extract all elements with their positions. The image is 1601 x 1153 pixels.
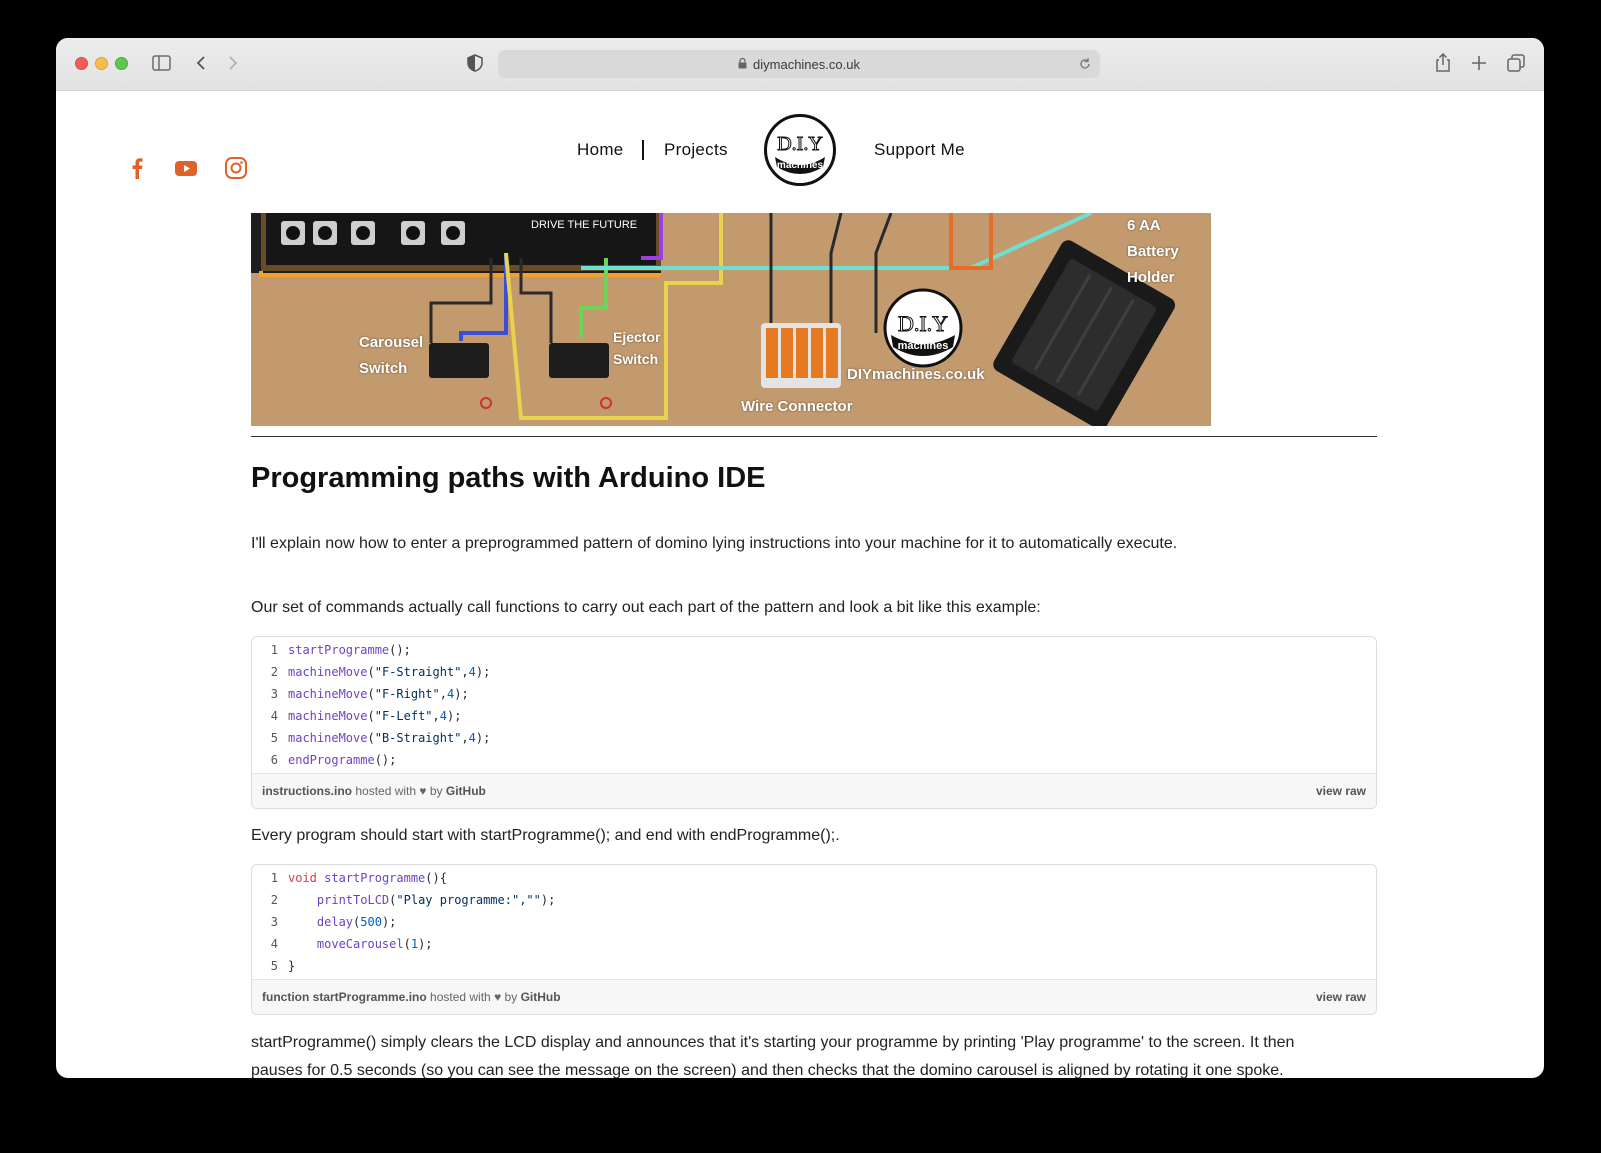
view-raw-link[interactable]: view raw <box>1316 990 1366 1004</box>
code-line: 6 endProgramme(); <box>270 753 397 767</box>
code-embed-start-programme: 1 void startProgramme(){ 2 printToLCD("Pl… <box>251 864 1377 1015</box>
nav-projects[interactable]: Projects <box>664 140 728 160</box>
paragraph-intro: I'll explain now how to enter a preprogr… <box>251 535 1178 552</box>
paragraph-start-programme-explanation: startProgramme() simply clears the LCD d… <box>251 1034 1295 1051</box>
code-line: 4 machineMove("F-Left",4); <box>270 709 462 723</box>
hero-wiring-image: DRIVE THE FUTURE D.I.Y machines Carousel… <box>251 213 1211 426</box>
github-link[interactable]: GitHub <box>521 990 561 1004</box>
code-block: 1 void startProgramme(){ 2 printToLCD("Pl… <box>252 865 1376 979</box>
wire-connector-label: Wire Connector <box>741 398 853 415</box>
article-title: Programming paths with Arduino IDE <box>251 462 766 494</box>
sidebar-toggle-icon[interactable] <box>152 52 172 79</box>
hero-logo-diy-text: D.I.Y <box>898 311 948 336</box>
new-tab-icon[interactable] <box>1470 52 1488 79</box>
code-embed-instructions: 1 startProgramme(); 2 machineMove("F-Strai… <box>251 636 1377 809</box>
github-link[interactable]: GitHub <box>446 784 486 798</box>
close-window-button[interactable] <box>75 57 88 70</box>
heart-icon: ♥ <box>494 990 502 1004</box>
lock-icon <box>738 57 747 72</box>
code-line: 2 machineMove("F-Straight",4); <box>270 665 491 679</box>
code-line: 1 startProgramme(); <box>270 643 411 657</box>
url-text: diymachines.co.uk <box>753 56 860 72</box>
browser-window: diymachines.co.uk Home Projects D.I.Y ma… <box>56 38 1544 1078</box>
gist-footer: function startProgramme.ino hosted with … <box>252 979 1376 1014</box>
code-line: 5 machineMove("B-Straight",4); <box>270 731 491 745</box>
logo-diy-text: D.I.Y <box>777 133 823 155</box>
logo-machines-text: machines <box>777 160 824 171</box>
tab-overview-icon[interactable] <box>1506 52 1526 79</box>
code-line: 3 delay(500); <box>270 915 397 929</box>
gist-filename-link[interactable]: instructions.ino <box>262 784 352 798</box>
nav-home[interactable]: Home <box>577 140 624 160</box>
hero-site-label: DIYmachines.co.uk <box>847 366 985 383</box>
paragraph-start-end: Every program should start with startPro… <box>251 827 840 844</box>
heart-icon: ♥ <box>419 784 427 798</box>
code-line: 4 moveCarousel(1); <box>270 937 433 951</box>
facebook-icon[interactable] <box>129 156 145 185</box>
nav-support-me[interactable]: Support Me <box>874 140 965 160</box>
gist-footer: instructions.ino hosted with ♥ by GitHub… <box>252 773 1376 808</box>
back-icon[interactable] <box>194 52 208 79</box>
address-bar[interactable]: diymachines.co.uk <box>498 50 1100 78</box>
code-line: 3 machineMove("F-Right",4); <box>270 687 469 701</box>
share-icon[interactable] <box>1434 52 1452 79</box>
code-line: 1 void startProgramme(){ <box>270 871 447 885</box>
browser-toolbar: diymachines.co.uk <box>56 38 1544 91</box>
nav-separator <box>642 140 644 160</box>
code-line: 5} <box>270 959 296 973</box>
divider <box>251 436 1377 437</box>
instagram-icon[interactable] <box>224 156 248 185</box>
battery-holder-label: 6 AA Battery Holder <box>1127 217 1179 286</box>
youtube-icon[interactable] <box>174 158 198 183</box>
ejector-switch-label: Ejector Switch <box>613 329 661 367</box>
privacy-shield-icon[interactable] <box>466 52 484 79</box>
code-line: 2 printToLCD("Play programme:",""); <box>270 893 556 907</box>
gist-filename-link[interactable]: function startProgramme.ino <box>262 990 427 1004</box>
reload-icon[interactable] <box>1078 56 1092 75</box>
paragraph-commands: Our set of commands actually call functi… <box>251 599 1041 616</box>
board-text: DRIVE THE FUTURE <box>531 219 637 231</box>
forward-icon[interactable] <box>226 52 240 79</box>
minimize-window-button[interactable] <box>95 57 108 70</box>
view-raw-link[interactable]: view raw <box>1316 784 1366 798</box>
carousel-switch-label: Carousel Switch <box>359 334 424 377</box>
code-block: 1 startProgramme(); 2 machineMove("F-Strai… <box>252 637 1376 773</box>
site-logo[interactable]: D.I.Y machines <box>764 114 836 186</box>
paragraph-continued: pauses for 0.5 seconds (so you can see t… <box>251 1062 1284 1078</box>
zoom-window-button[interactable] <box>115 57 128 70</box>
hero-logo-machines-text: machines <box>898 340 949 352</box>
